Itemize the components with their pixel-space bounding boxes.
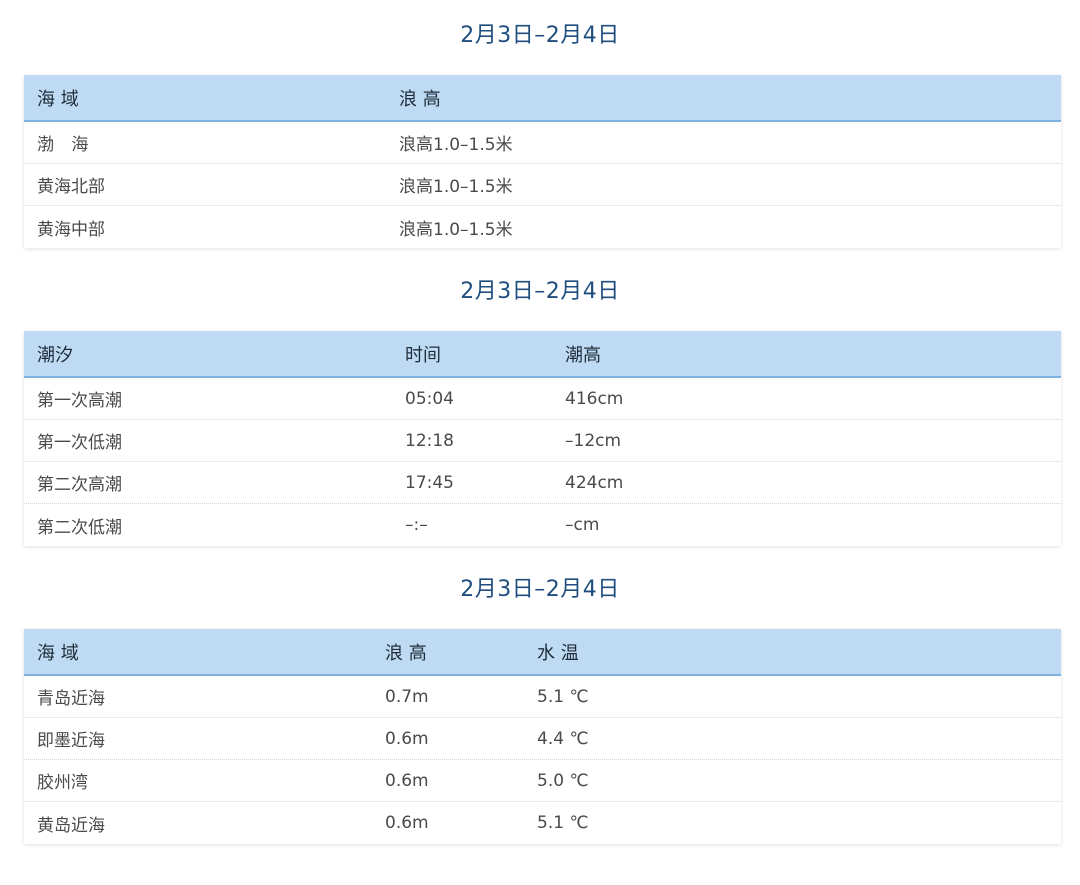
tide-table: 潮汐 时间 潮高 第一次高潮 05:04 416cm 第一次低潮 12:18 –… (24, 331, 1061, 546)
tide-height-cell: 424cm (565, 472, 624, 493)
table-row: 黄岛近海 0.6m 5.1 ℃ (24, 802, 1061, 844)
header-sea-area: 海 域 (37, 642, 79, 664)
water-temp-cell: 5.1 ℃ (537, 813, 589, 833)
tide-event-cell: 第一次低潮 (37, 433, 122, 453)
table-header-row: 海 域 浪 高 水 温 (24, 629, 1061, 676)
sea-area-cell: 黄岛近海 (37, 815, 105, 836)
wave-height-cell: 0.6m (385, 728, 429, 749)
sea-area-cell: 青岛近海 (37, 689, 105, 709)
tide-height-cell: –12cm (565, 430, 622, 451)
tide-event-cell: 第二次低潮 (37, 517, 122, 538)
tide-event-cell: 第二次高潮 (37, 475, 122, 495)
table-row: 黄海中部 浪高1.0–1.5米 (24, 206, 1061, 248)
tide-time-cell: 05:04 (405, 388, 454, 409)
sea-area-cell: 渤 海 (37, 135, 95, 155)
tide-time-cell: –:– (405, 515, 428, 535)
table-header-row: 潮汐 时间 潮高 (24, 331, 1061, 378)
water-temperature-table: 海 域 浪 高 水 温 青岛近海 0.7m 5.1 ℃ 即墨近海 0.6m 4.… (24, 629, 1061, 844)
water-temp-cell: 4.4 ℃ (537, 728, 589, 749)
wave-height-cell: 浪高1.0–1.5米 (399, 219, 513, 240)
table-row: 黄海北部 浪高1.0–1.5米 (24, 164, 1061, 206)
table-row: 即墨近海 0.6m 4.4 ℃ (24, 718, 1061, 760)
water-temp-cell: 5.0 ℃ (537, 770, 589, 791)
wave-height-cell: 0.6m (385, 813, 429, 833)
sea-area-cell: 黄海中部 (37, 219, 105, 240)
table-row: 青岛近海 0.7m 5.1 ℃ (24, 676, 1061, 718)
sea-area-cell: 即墨近海 (37, 731, 105, 751)
table-row: 第二次低潮 –:– –cm (24, 504, 1061, 546)
sea-area-cell: 胶州湾 (37, 773, 88, 793)
table-row: 第二次高潮 17:45 424cm (24, 462, 1061, 504)
table-row: 渤 海 浪高1.0–1.5米 (24, 122, 1061, 164)
header-sea-area: 海 域 (37, 88, 79, 110)
table-row: 第一次低潮 12:18 –12cm (24, 420, 1061, 462)
header-tide-height: 潮高 (565, 344, 601, 366)
water-temp-date-title: 2月3日–2月4日 (460, 577, 620, 602)
tide-event-cell: 第一次高潮 (37, 391, 122, 411)
table-row: 胶州湾 0.6m 5.0 ℃ (24, 760, 1061, 802)
header-water-temp: 水 温 (537, 642, 579, 664)
wave-height-cell: 0.7m (385, 686, 429, 707)
header-time: 时间 (405, 344, 441, 366)
sea-area-cell: 黄海北部 (37, 177, 105, 197)
tide-height-cell: –cm (565, 515, 600, 535)
water-temp-cell: 5.1 ℃ (537, 686, 589, 707)
tide-forecast-date-title: 2月3日–2月4日 (460, 279, 620, 304)
wave-height-cell: 浪高1.0–1.5米 (399, 177, 513, 197)
header-tide: 潮汐 (37, 344, 73, 366)
wave-height-cell: 0.6m (385, 770, 429, 791)
header-wave-height: 浪 高 (385, 642, 427, 664)
tide-time-cell: 17:45 (405, 472, 454, 493)
table-header-row: 海 域 浪 高 (24, 75, 1061, 122)
wave-forecast-date-title: 2月3日–2月4日 (460, 23, 620, 48)
header-wave-height: 浪 高 (399, 88, 441, 110)
wave-forecast-table: 海 域 浪 高 渤 海 浪高1.0–1.5米 黄海北部 浪高1.0–1.5米 黄… (24, 75, 1061, 248)
table-row: 第一次高潮 05:04 416cm (24, 378, 1061, 420)
tide-height-cell: 416cm (565, 388, 624, 409)
tide-time-cell: 12:18 (405, 430, 454, 451)
wave-height-cell: 浪高1.0–1.5米 (399, 135, 513, 155)
